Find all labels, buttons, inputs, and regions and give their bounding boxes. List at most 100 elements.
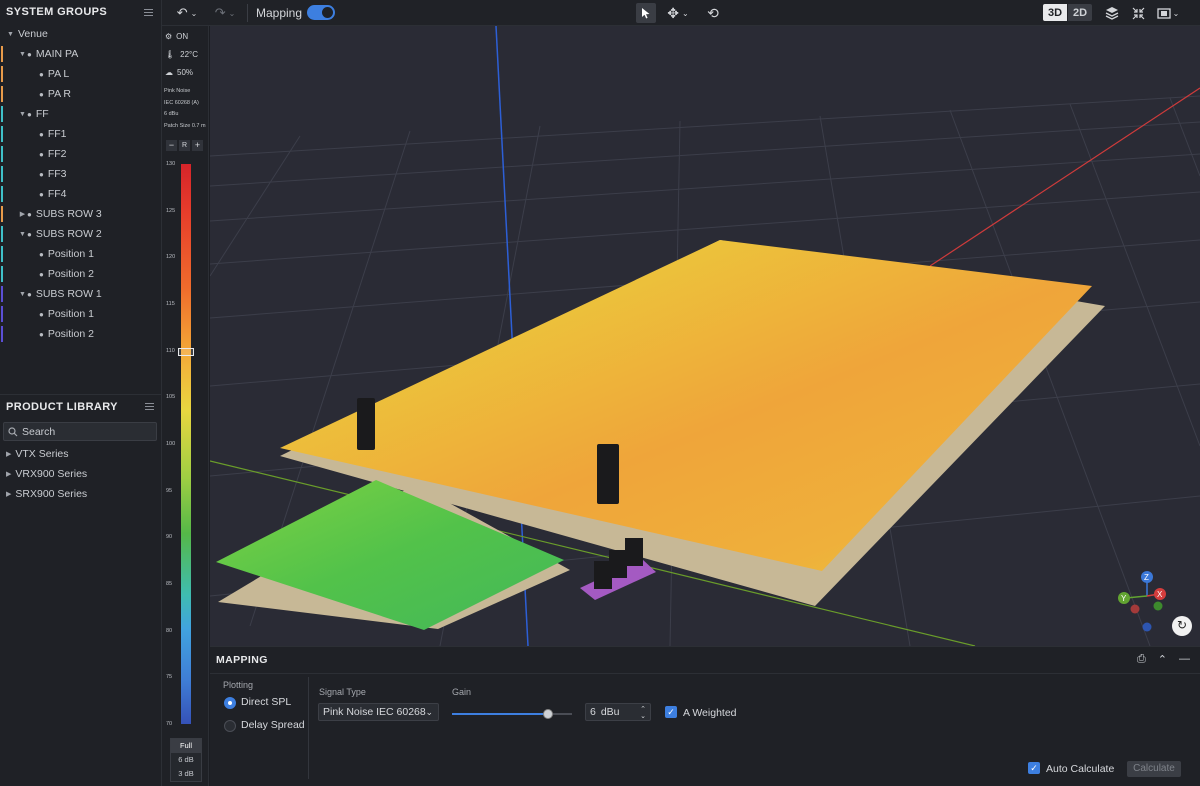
group-dot-icon: ● (39, 129, 44, 139)
scale-minus-button[interactable]: − (166, 140, 177, 151)
delay-spread-radio[interactable] (224, 720, 236, 732)
auto-calculate-label[interactable]: Auto Calculate (1046, 763, 1114, 775)
redo-button[interactable]: ↷ ⌄ (208, 3, 242, 23)
tree-item-label: SUBS ROW 2 (35, 228, 102, 240)
tree-item[interactable]: ● FF4 (0, 184, 160, 204)
collapse-icon[interactable]: ▼ (18, 111, 27, 118)
scene-canvas: Z X Y (210, 26, 1200, 646)
collapse-button[interactable] (1128, 3, 1148, 23)
scale-marker-handle[interactable] (178, 348, 194, 356)
display-mode-button[interactable]: ⌄ (1155, 3, 1181, 23)
auto-calculate-checkbox[interactable]: ✓ (1028, 762, 1040, 774)
scale-reset-button[interactable]: R (179, 140, 190, 151)
range-option[interactable]: 3 dB (171, 767, 201, 781)
group-color-bar (1, 266, 3, 282)
redo-icon: ↷ (214, 5, 226, 20)
collapse-icon[interactable]: ▼ (18, 291, 27, 298)
humidity-icon: ☁ (165, 68, 173, 77)
signal-type-label: Signal Type (319, 687, 366, 697)
undo-button[interactable]: ↶ ⌄ (170, 3, 204, 23)
library-series-label: VRX900 Series (15, 468, 88, 480)
tree-item[interactable]: ● Position 1 (0, 304, 160, 324)
signal-type-select[interactable]: Pink Noise IEC 60268 ⌄ (318, 703, 439, 721)
patch-size-text: Patch Size 0.7 m (164, 122, 206, 129)
tree-item[interactable]: ▶ ● SUBS ROW 3 (0, 204, 160, 224)
tree-item[interactable]: ● Position 1 (0, 244, 160, 264)
view-2d-button[interactable]: 2D (1068, 4, 1092, 21)
tree-item[interactable]: ▼ ● SUBS ROW 2 (0, 224, 160, 244)
scale-tick-label: 125 (166, 207, 176, 214)
tree-item[interactable]: ● FF2 (0, 144, 160, 164)
chevron-up-icon[interactable]: ⌃ (1158, 653, 1167, 666)
minimize-icon[interactable]: — (1179, 653, 1190, 666)
library-series-item[interactable]: ▶ VTX Series (6, 444, 69, 464)
gain-input[interactable]: 6 dBu ⌃ ⌄ (585, 703, 651, 721)
expand-icon[interactable]: ▶ (6, 450, 11, 458)
collapse-icon[interactable]: ▼ (18, 51, 27, 58)
expand-icon[interactable]: ▶ (6, 470, 11, 478)
a-weighted-label[interactable]: A Weighted (683, 707, 737, 719)
move-tool-button[interactable]: ✥ ⌄ (663, 3, 693, 23)
3d-viewport[interactable]: Z X Y ↻ (210, 26, 1200, 646)
chevron-down-icon: ⌄ (1172, 8, 1180, 18)
direct-spl-label[interactable]: Direct SPL (241, 696, 291, 708)
tree-item[interactable]: ● Position 2 (0, 324, 160, 344)
section-divider (308, 677, 309, 779)
tree-item[interactable]: ● FF1 (0, 124, 160, 144)
rotate-icon: ⟲ (707, 4, 719, 21)
layers-button[interactable] (1102, 3, 1122, 23)
gain-slider-track[interactable] (452, 709, 572, 719)
scale-tick-label: 115 (166, 301, 175, 307)
delay-spread-label[interactable]: Delay Spread (241, 719, 305, 731)
group-color-bar (1, 166, 3, 182)
range-option[interactable]: Full (171, 739, 201, 753)
reset-view-button[interactable]: ↻ (1172, 616, 1192, 636)
product-library-header: PRODUCT LIBRARY (0, 394, 162, 418)
calculate-button[interactable]: Calculate (1127, 761, 1181, 777)
library-series-item[interactable]: ▶ VRX900 Series (6, 464, 87, 484)
view-3d-button[interactable]: 3D (1043, 4, 1067, 21)
stepper-icon[interactable]: ⌃ ⌄ (640, 706, 646, 720)
group-dot-icon: ● (27, 109, 32, 119)
temperature-text: 22°C (180, 50, 199, 59)
system-groups-menu-icon[interactable] (144, 8, 153, 16)
direct-spl-radio[interactable] (224, 697, 236, 709)
humidity-row: ☁ 50% (165, 68, 193, 77)
a-weighted-checkbox[interactable]: ✓ (665, 706, 677, 718)
scale-plus-button[interactable]: + (192, 140, 203, 151)
tree-item[interactable]: ▼ ● MAIN PA (0, 44, 160, 64)
expand-icon[interactable]: ▶ (6, 490, 11, 498)
screenshot-icon[interactable]: ⎙ (1137, 653, 1146, 666)
group-dot-icon: ● (39, 329, 44, 339)
library-search-input[interactable]: Search (3, 422, 157, 441)
humidity-text: 50% (177, 68, 194, 77)
collapse-icon[interactable]: ▼ (6, 31, 15, 38)
tree-item[interactable]: ● PA L (0, 64, 160, 84)
library-series-label: VTX Series (15, 448, 69, 460)
gain-slider-thumb[interactable] (543, 709, 553, 719)
library-series-item[interactable]: ▶ SRX900 Series (6, 484, 87, 504)
tree-item[interactable]: ▼ ● FF (0, 104, 160, 124)
rotate-view-button[interactable]: ⟲ (703, 3, 723, 23)
scale-tick-label: 85 (166, 581, 173, 587)
tree-item[interactable]: ▼ Venue (0, 24, 160, 44)
expand-icon[interactable]: ▶ (18, 210, 27, 218)
tree-item[interactable]: ● Position 2 (0, 264, 160, 284)
chevron-down-icon: ⌄ (228, 8, 236, 18)
range-option[interactable]: 6 dB (171, 753, 201, 767)
tree-item[interactable]: ● PA R (0, 84, 160, 104)
thermometer-icon: 🌡 (165, 50, 176, 59)
select-tool-button[interactable] (636, 3, 656, 23)
top-toolbar: ↶ ⌄ ↷ ⌄ Mapping ✥ ⌄ ⟲ 3D 2D ⌄ (162, 0, 1200, 26)
chevron-down-icon: ⌄ (682, 8, 689, 18)
search-icon (8, 426, 18, 436)
mapping-toggle[interactable] (307, 5, 335, 20)
range-selector: Full 6 dB 3 dB (170, 738, 202, 782)
scale-tick-label: 95 (166, 487, 173, 494)
tree-item[interactable]: ▼ ● SUBS ROW 1 (0, 284, 160, 304)
tree-item[interactable]: ● FF3 (0, 164, 160, 184)
product-library-menu-icon[interactable] (145, 403, 154, 410)
collapse-icon[interactable]: ▼ (18, 231, 27, 238)
status-row: ⚙ ON (165, 32, 188, 41)
spl-color-scale (181, 164, 191, 724)
